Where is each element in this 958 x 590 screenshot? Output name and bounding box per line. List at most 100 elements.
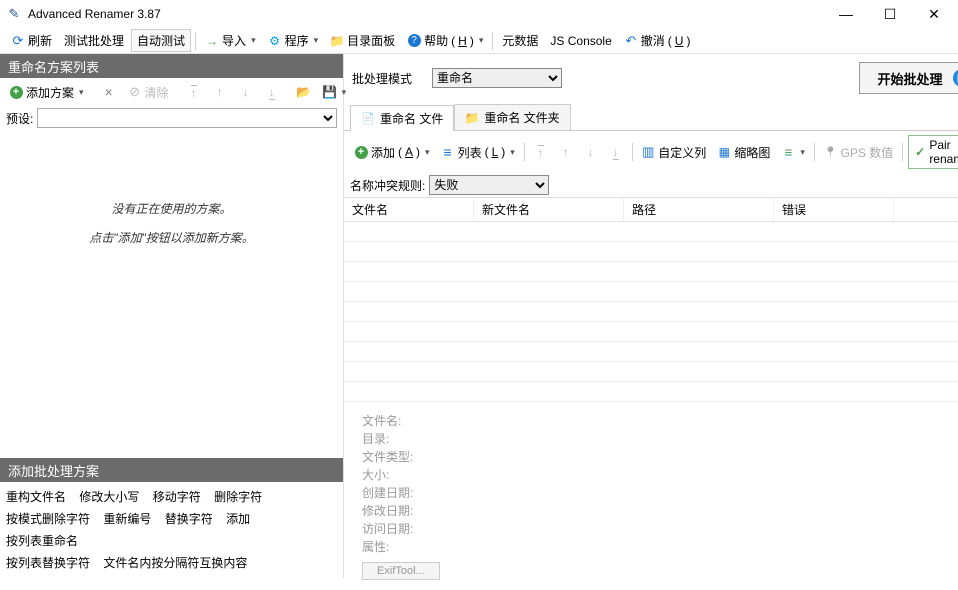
grid-body <box>344 222 958 402</box>
col-end[interactable]: ⋯ <box>894 198 958 221</box>
method-add[interactable]: 添加 <box>226 508 250 530</box>
x-icon <box>102 85 116 99</box>
title-bar: ✎ Advanced Renamer 3.87 — ☐ ✕ <box>0 0 958 28</box>
method-remove[interactable]: 删除字符 <box>214 486 262 508</box>
tab-folders[interactable]: 重命名 文件夹 <box>454 104 570 130</box>
play-icon: ▶ <box>953 69 958 87</box>
file-move-up[interactable] <box>555 143 577 161</box>
info-dir: 目录: <box>362 430 958 448</box>
window-title: Advanced Renamer 3.87 <box>28 7 824 21</box>
refresh-button[interactable]: 刷新 <box>6 30 57 51</box>
undo-icon <box>624 34 638 48</box>
add-method-button[interactable]: 添加方案 <box>4 82 89 103</box>
grid-header: 文件名 新文件名 路径 错误 ⋯ <box>344 198 958 222</box>
exiftool-button[interactable]: ExifTool... <box>362 562 440 580</box>
method-list-replace[interactable]: 按列表替换字符 <box>6 552 90 574</box>
table-row <box>344 342 958 362</box>
file-toolbar: 添加 (A) 列表 (L) 自定义列 缩略图 GPS 数值 Pair renam… <box>344 131 958 173</box>
preset-label: 预设: <box>6 110 33 127</box>
js-console-button[interactable]: JS Console <box>545 32 616 50</box>
folder-open-icon <box>297 85 311 99</box>
help-menu[interactable]: 帮助 (H) <box>402 30 488 51</box>
metadata-button[interactable]: 元数据 <box>497 30 543 51</box>
method-new-name[interactable]: 重构文件名 <box>6 486 66 508</box>
close-button[interactable]: ✕ <box>912 0 956 28</box>
arrow-first-icon <box>534 145 548 159</box>
file-move-last[interactable] <box>605 143 627 161</box>
conflict-select[interactable]: 失败 <box>429 175 549 195</box>
undo-button[interactable]: 撤消 (U) <box>619 30 696 51</box>
pair-renaming-button[interactable]: Pair renaming <box>908 135 958 169</box>
pin-icon <box>824 145 838 159</box>
file-move-first[interactable] <box>530 143 552 161</box>
table-row <box>344 282 958 302</box>
list-icon <box>441 145 455 159</box>
clear-icon <box>128 85 142 99</box>
table-row <box>344 242 958 262</box>
col-newname[interactable]: 新文件名 <box>474 198 624 221</box>
maximize-button[interactable]: ☐ <box>868 0 912 28</box>
method-renumber[interactable]: 重新编号 <box>103 508 151 530</box>
move-last-button[interactable] <box>260 83 284 101</box>
open-preset-button[interactable] <box>292 83 316 101</box>
tab-files[interactable]: 重命名 文件 <box>350 105 454 131</box>
color-list-icon <box>781 145 795 159</box>
file-icon <box>361 112 375 126</box>
move-up-button[interactable] <box>208 83 232 101</box>
folder-icon <box>330 34 344 48</box>
method-list-rename[interactable]: 按列表重命名 <box>6 530 78 552</box>
program-menu[interactable]: 程序 <box>263 30 324 51</box>
batch-mode-label: 批处理模式 <box>352 70 412 87</box>
batch-mode-select[interactable]: 重命名 <box>432 68 562 88</box>
arrow-last-icon <box>265 85 279 99</box>
thumbnails-button[interactable]: 缩略图 <box>713 142 774 163</box>
custom-columns-button[interactable]: 自定义列 <box>637 142 710 163</box>
thumbnail-icon <box>717 145 731 159</box>
col-error[interactable]: 错误 <box>774 198 894 221</box>
auto-test-button[interactable]: 自动测试 <box>131 29 191 52</box>
col-filename[interactable]: 文件名 <box>344 198 474 221</box>
conflict-label: 名称冲突规则: <box>350 177 425 194</box>
arrow-first-icon <box>187 85 201 99</box>
table-row <box>344 222 958 242</box>
add-files-button[interactable]: 添加 (A) <box>350 142 434 163</box>
method-replace[interactable]: 替换字符 <box>165 508 213 530</box>
list-menu-button[interactable]: 列表 (L) <box>437 142 519 163</box>
start-batch-button[interactable]: 开始批处理 ▶ <box>859 62 958 94</box>
files-panel: 批处理模式 重命名 开始批处理 ▶ 重命名 文件 重命名 文件夹 添加 (A) … <box>344 54 958 578</box>
move-down-button[interactable] <box>234 83 258 101</box>
method-new-case[interactable]: 修改大小写 <box>79 486 139 508</box>
col-path[interactable]: 路径 <box>624 198 774 221</box>
clear-methods-button[interactable]: 清除 <box>123 82 174 103</box>
table-row <box>344 362 958 382</box>
gps-button[interactable]: GPS 数值 <box>820 142 898 163</box>
import-menu[interactable]: 导入 <box>200 30 261 51</box>
info-size: 大小: <box>362 466 958 484</box>
info-filename: 文件名: <box>362 412 958 430</box>
arrow-up-icon <box>213 85 227 99</box>
remove-method-button[interactable] <box>97 83 121 101</box>
conflict-row: 名称冲突规则: 失败 <box>344 173 958 197</box>
folder-icon <box>465 111 479 125</box>
table-row <box>344 302 958 322</box>
folder-panel-button[interactable]: 目录面板 <box>325 30 400 51</box>
app-icon: ✎ <box>6 6 22 22</box>
move-first-button[interactable] <box>182 83 206 101</box>
add-methods-header: 添加批处理方案 <box>0 458 343 482</box>
help-icon <box>407 34 421 48</box>
info-accessed: 访问日期: <box>362 520 958 538</box>
minimize-button[interactable]: — <box>824 0 868 28</box>
methods-panel-header: 重命名方案列表 <box>0 54 343 78</box>
method-move[interactable]: 移动字符 <box>153 486 201 508</box>
file-grid: 文件名 新文件名 路径 错误 ⋯ <box>344 197 958 402</box>
import-icon <box>205 34 219 48</box>
test-batch-button[interactable]: 测试批处理 <box>59 30 129 51</box>
arrow-last-icon <box>609 145 623 159</box>
methods-panel: 重命名方案列表 添加方案 清除 💾 预设: 没有正在使用的方案。 点击"添加"按… <box>0 54 344 578</box>
method-remove-pattern[interactable]: 按模式删除字符 <box>6 508 90 530</box>
method-swap[interactable]: 文件名内按分隔符互换内容 <box>103 552 247 574</box>
plus-icon <box>354 145 368 159</box>
file-move-down[interactable] <box>580 143 602 161</box>
preset-select[interactable] <box>37 108 337 128</box>
display-button[interactable] <box>777 143 809 161</box>
